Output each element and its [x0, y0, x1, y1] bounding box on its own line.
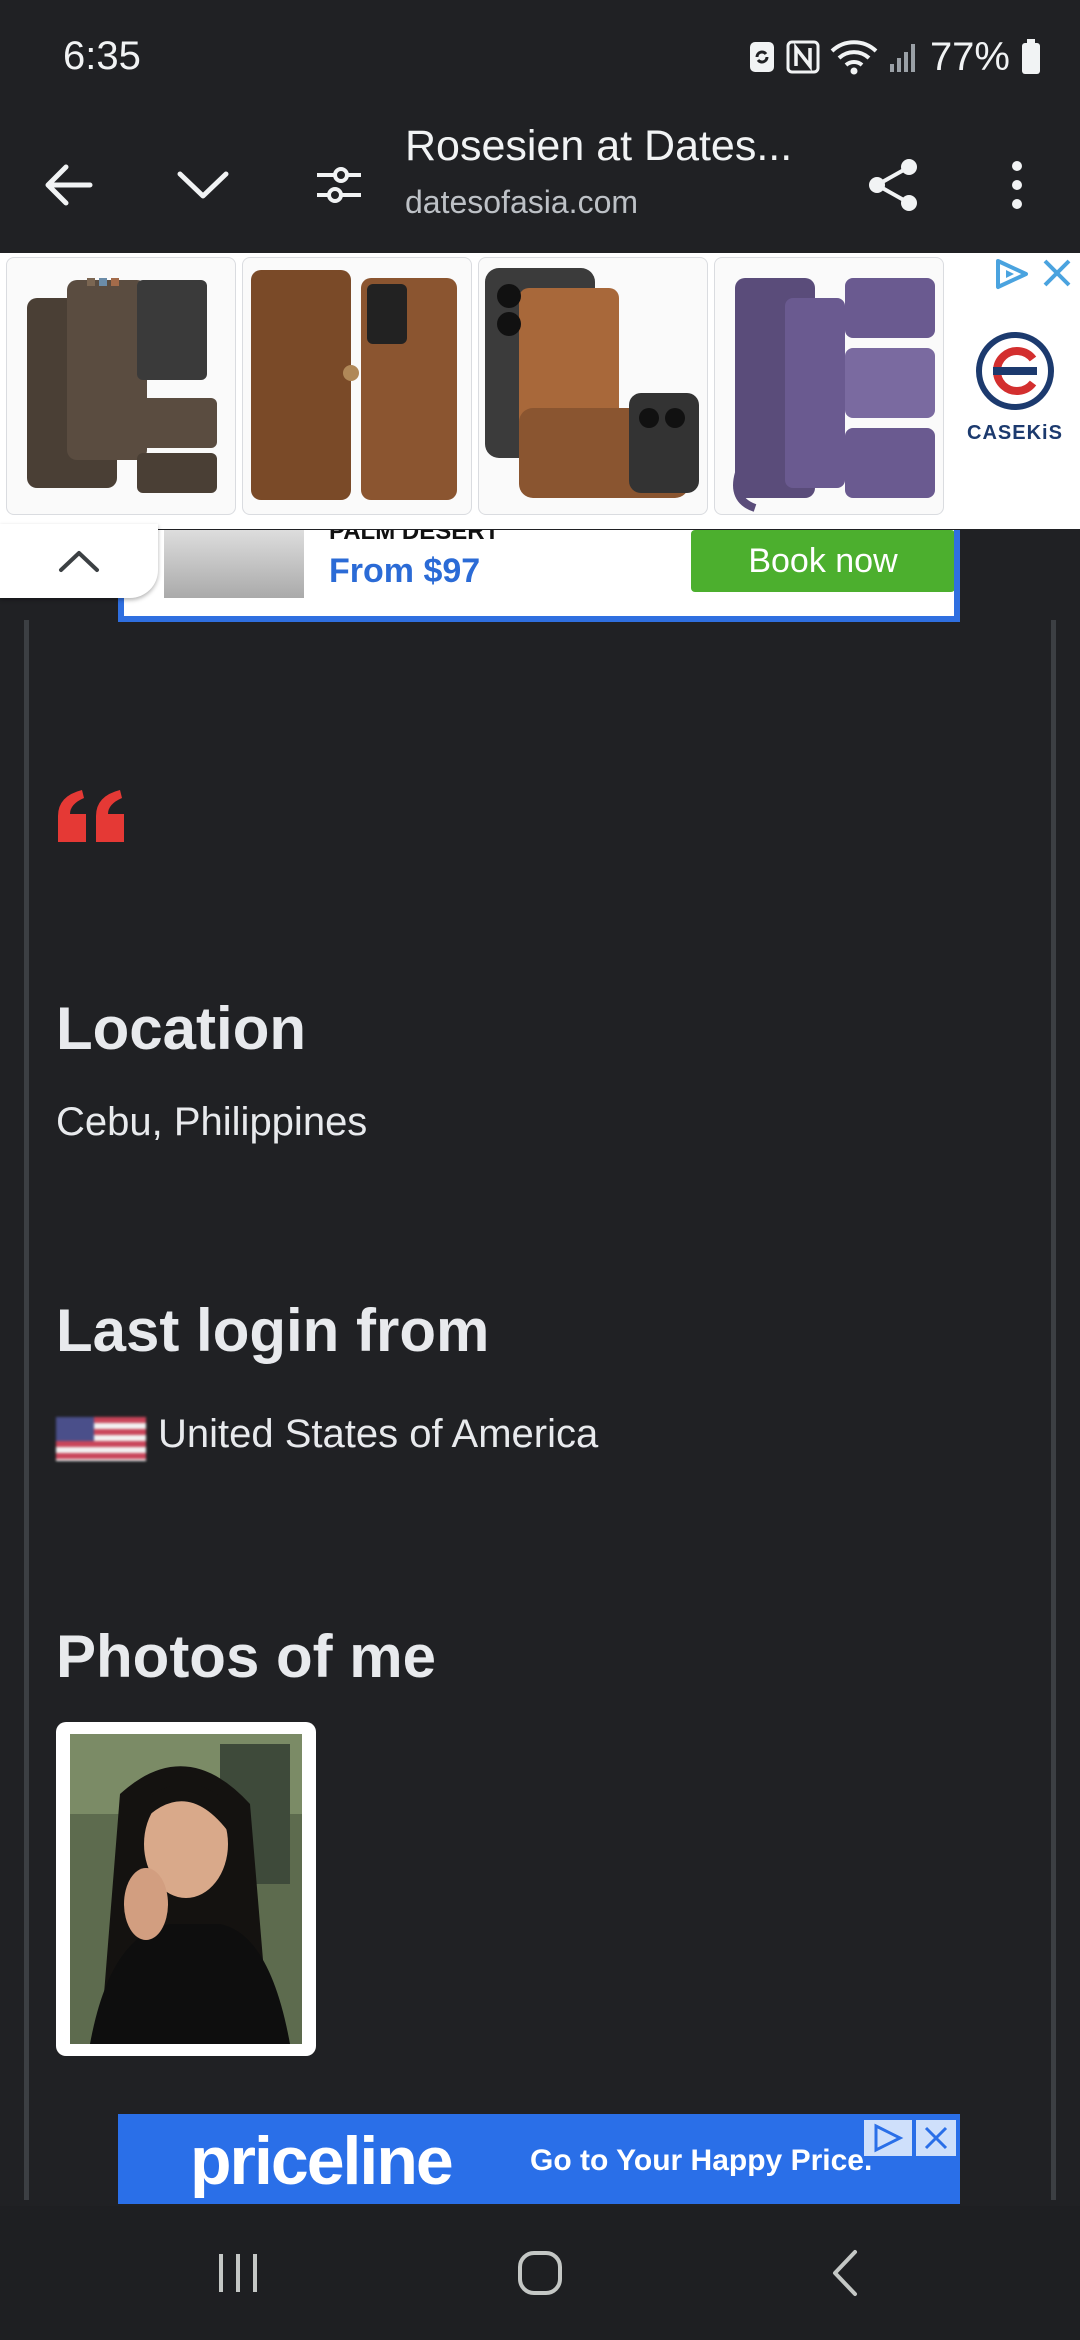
last-login-value: United States of America [158, 1412, 599, 1456]
page-title[interactable]: Rosesien at Dates... [405, 122, 825, 171]
status-bar: 6:35 77% [0, 0, 1080, 116]
profile-photo-thumbnail[interactable] [56, 1722, 316, 2056]
tune-icon [317, 166, 361, 203]
more-vert-icon [1012, 160, 1022, 209]
wifi-icon [830, 40, 878, 75]
last-login-heading: Last login from [56, 1297, 490, 1364]
casekis-logo[interactable]: CASEKiS [965, 331, 1065, 471]
us-flag-icon [56, 1417, 146, 1461]
location-value: Cebu, Philippines [56, 1100, 368, 1144]
priceline-ad[interactable]: priceline Go to Your Happy Price. [118, 2114, 960, 2204]
location-heading: Location [56, 995, 306, 1062]
hotel-price: From $97 [329, 552, 481, 590]
battery-icon [1022, 39, 1040, 74]
product-image [27, 278, 217, 493]
back-button[interactable] [14, 116, 124, 253]
sync-icon [749, 42, 774, 72]
profile-photo [70, 1734, 302, 2044]
priceline-tagline: Go to Your Happy Price. [530, 2144, 873, 2177]
ad-product-3[interactable] [478, 257, 708, 515]
priceline-logo: priceline [190, 2123, 454, 2199]
product-image [251, 270, 457, 500]
page-url[interactable]: datesofasia.com [405, 184, 638, 221]
status-icons: 77% [748, 32, 1042, 82]
ad-choices-icon[interactable] [864, 2120, 912, 2156]
casekis-wordmark: CASEKiS [967, 422, 1063, 444]
ad-product-4[interactable] [714, 257, 944, 515]
quote-icon [58, 790, 124, 842]
nfc-icon [786, 40, 820, 74]
system-navigation-bar [0, 2206, 1080, 2340]
collapse-toolbar-button[interactable] [148, 116, 258, 253]
chevron-up-icon [59, 551, 99, 572]
status-time: 6:35 [63, 34, 141, 78]
book-now-button[interactable]: Book now [691, 530, 954, 592]
collapse-ad-button[interactable] [0, 524, 158, 598]
chevron-left-icon [833, 2250, 857, 2296]
chevron-down-icon [177, 171, 229, 198]
ad-close-icon[interactable] [916, 2120, 956, 2156]
ad-close-icon[interactable] [1042, 258, 1072, 288]
hotel-image [164, 530, 304, 598]
arrow-left-icon [45, 164, 93, 205]
photos-heading: Photos of me [56, 1623, 437, 1690]
shopping-ad-banner[interactable]: CASEKiS [0, 253, 1080, 529]
product-image [485, 268, 699, 498]
casekis-logo-mark [976, 332, 1054, 410]
battery-percent: 77% [929, 34, 1010, 79]
signal-icon [889, 44, 915, 72]
system-back-button[interactable] [774, 2206, 914, 2340]
hotel-ad[interactable]: PALM DESERT From $97 Book now [118, 530, 960, 622]
ad-choices-icon[interactable] [994, 258, 1030, 290]
ad-product-1[interactable] [6, 257, 236, 515]
more-options-button[interactable] [962, 116, 1072, 253]
home-button[interactable] [470, 2206, 610, 2340]
hotel-location: PALM DESERT [329, 530, 500, 545]
site-settings-button[interactable] [284, 116, 394, 253]
home-icon [518, 2251, 562, 2295]
share-button[interactable] [838, 116, 948, 253]
recent-apps-button[interactable] [168, 2206, 308, 2340]
share-icon [869, 158, 917, 211]
product-image [733, 278, 935, 512]
recent-apps-icon [219, 2254, 257, 2292]
ad-product-2[interactable] [242, 257, 472, 515]
